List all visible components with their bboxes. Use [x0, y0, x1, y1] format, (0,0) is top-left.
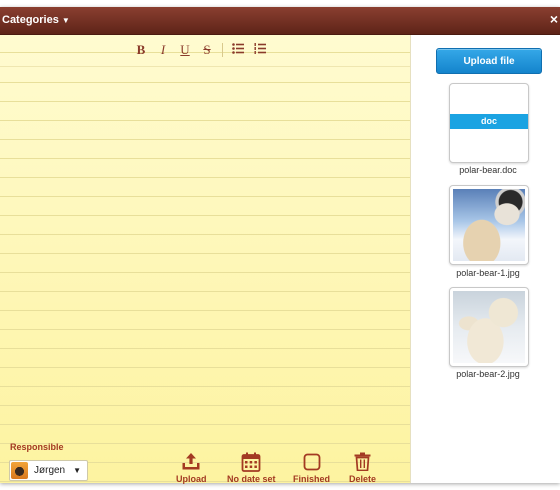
calendar-icon: [241, 451, 261, 472]
responsible-select[interactable]: Jørgen ▼: [9, 460, 88, 481]
upload-action-label: Upload: [176, 474, 207, 484]
close-icon[interactable]: ×: [550, 11, 558, 27]
polar-bear-photo: [453, 291, 525, 363]
titlebar: Categories ▼ ×: [0, 7, 560, 35]
notes-editor[interactable]: B I U S: [0, 35, 410, 483]
file-name[interactable]: polar-bear-2.jpg: [431, 369, 545, 379]
file-name[interactable]: polar-bear.doc: [431, 165, 545, 175]
format-toolbar: B I U S: [130, 40, 271, 60]
bold-button[interactable]: B: [130, 42, 152, 58]
upload-icon: [181, 451, 201, 472]
responsible-value: Jørgen: [34, 465, 66, 476]
files-panel: Upload file doc polar-bear.doc polar-bea…: [410, 35, 560, 483]
polar-bear-photo: [453, 189, 525, 261]
file-thumbnail-doc[interactable]: doc: [449, 83, 529, 163]
delete-label: Delete: [349, 474, 377, 484]
file-thumbnail-image[interactable]: [449, 185, 529, 265]
file-thumbnail-image[interactable]: [449, 287, 529, 367]
italic-button[interactable]: I: [152, 42, 174, 58]
bullet-list-icon[interactable]: [227, 42, 249, 58]
delete-button[interactable]: Delete: [349, 451, 376, 484]
upload-action-button[interactable]: Upload: [176, 451, 207, 484]
checkbox-icon: [303, 451, 321, 472]
trash-icon: [354, 451, 371, 472]
underline-button[interactable]: U: [174, 42, 196, 58]
task-window: Categories ▼ × B I U S Responsible Jørge…: [0, 7, 560, 484]
strikethrough-button[interactable]: S: [196, 42, 218, 58]
responsible-label: Responsible: [10, 442, 64, 452]
finished-label: Finished: [293, 474, 331, 484]
due-date-button[interactable]: No date set: [227, 451, 276, 484]
chevron-down-icon: ▼: [61, 15, 70, 25]
finished-button[interactable]: Finished: [293, 451, 330, 484]
upload-file-button[interactable]: Upload file: [436, 48, 542, 74]
doc-badge: doc: [450, 114, 528, 129]
avatar: [11, 462, 28, 479]
toolbar-divider-line: [0, 66, 410, 67]
due-date-label: No date set: [227, 474, 276, 484]
toolbar-divider: [222, 43, 223, 57]
numbered-list-icon[interactable]: [249, 42, 271, 58]
categories-label: Categories: [2, 14, 59, 26]
file-name[interactable]: polar-bear-1.jpg: [431, 268, 545, 278]
categories-dropdown[interactable]: Categories ▼: [2, 14, 70, 26]
chevron-down-icon: ▼: [73, 466, 81, 475]
